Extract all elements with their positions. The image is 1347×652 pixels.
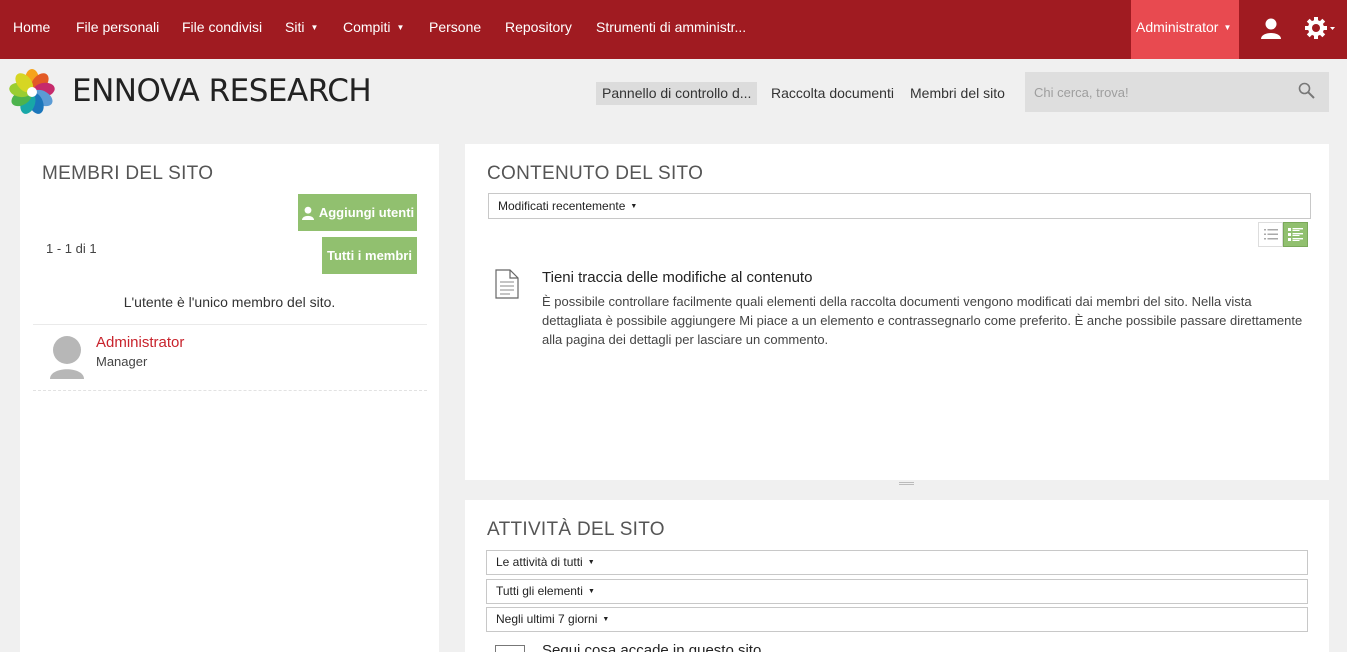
gear-icon[interactable] bbox=[1305, 16, 1337, 45]
content-filter-dropdown[interactable]: Modificati recentemente ▼ bbox=[488, 193, 1311, 219]
members-panel: MEMBRI DEL SITO Aggiungi utenti 1 - 1 di… bbox=[20, 144, 439, 652]
header-link-document-library[interactable]: Raccolta documenti bbox=[771, 82, 894, 105]
site-activities-panel: ATTIVITÀ DEL SITO Le attività di tutti ▼ … bbox=[465, 500, 1329, 652]
header-link-site-members[interactable]: Membri del sito bbox=[910, 82, 1005, 105]
activity-icon bbox=[495, 645, 525, 652]
document-icon bbox=[495, 269, 519, 304]
nav-shared-files[interactable]: File condivisi bbox=[182, 0, 262, 59]
activities-type-filter-label: Tutti gli elementi bbox=[496, 584, 583, 598]
activities-user-filter-dropdown[interactable]: Le attività di tutti ▼ bbox=[486, 550, 1308, 575]
caret-down-icon: ▼ bbox=[602, 616, 610, 623]
nav-home[interactable]: Home bbox=[13, 0, 50, 59]
caret-down-icon: ▼ bbox=[1223, 23, 1232, 32]
detailed-list-icon[interactable] bbox=[1283, 222, 1308, 247]
only-member-message: L'utente è l'unico membro del sito. bbox=[123, 294, 336, 310]
activities-empty-title: Segui cosa accade in questo sito bbox=[542, 642, 762, 652]
nav-admin-tools-label: Strumenti di amministr... bbox=[596, 19, 747, 35]
content-empty-title: Tieni traccia delle modifiche al contenu… bbox=[542, 269, 813, 286]
site-activities-title: ATTIVITÀ DEL SITO bbox=[487, 519, 665, 540]
nav-shared-files-label: File condivisi bbox=[182, 19, 263, 35]
header-link-dashboard[interactable]: Pannello di controllo d... bbox=[596, 82, 758, 105]
nav-personal-files[interactable]: File personali bbox=[76, 0, 159, 59]
nav-sites-label: Siti bbox=[285, 19, 305, 35]
top-navigation-bar: Home File personali File condivisi Siti ▼… bbox=[0, 0, 1347, 59]
nav-tasks-label: Compiti bbox=[343, 19, 391, 35]
members-count: 1 - 1 di 1 bbox=[46, 241, 97, 256]
dashlet-resize-handle[interactable] bbox=[899, 482, 914, 485]
nav-personal-files-label: File personali bbox=[76, 19, 160, 35]
add-users-label: Aggiungi utenti bbox=[318, 205, 415, 220]
site-name[interactable]: ENNOVA RESEARCH bbox=[72, 73, 372, 109]
all-members-button[interactable]: Tutti i membri bbox=[322, 237, 417, 274]
nav-sites-menu[interactable]: Siti ▼ bbox=[285, 0, 318, 59]
user-menu[interactable]: Administrator ▼ bbox=[1131, 0, 1239, 59]
member-role: Manager bbox=[96, 354, 148, 369]
nav-tasks-menu[interactable]: Compiti ▼ bbox=[343, 0, 404, 59]
site-content-panel: CONTENUTO DEL SITO Modificati recentemen… bbox=[465, 144, 1329, 480]
activities-type-filter-dropdown[interactable]: Tutti gli elementi ▼ bbox=[486, 579, 1308, 604]
all-members-label: Tutti i membri bbox=[327, 248, 412, 263]
nav-home-label: Home bbox=[13, 19, 51, 35]
search-input[interactable] bbox=[1025, 72, 1329, 112]
content-empty-text: È possibile controllare facilmente quali… bbox=[542, 294, 1303, 347]
members-panel-title: MEMBRI DEL SITO bbox=[42, 163, 214, 184]
caret-down-icon: ▼ bbox=[587, 588, 595, 595]
caret-down-icon: ▼ bbox=[587, 559, 595, 566]
add-user-icon bbox=[301, 206, 315, 220]
content-filter-label: Modificati recentemente bbox=[498, 199, 626, 213]
user-menu-label: Administrator bbox=[1136, 19, 1219, 35]
nav-people-label: Persone bbox=[429, 19, 482, 35]
activities-user-filter-label: Le attività di tutti bbox=[496, 555, 583, 569]
flower-logo-icon[interactable] bbox=[9, 68, 57, 116]
simple-list-icon[interactable] bbox=[1258, 222, 1283, 247]
caret-down-icon: ▼ bbox=[396, 23, 405, 32]
nav-repository[interactable]: Repository bbox=[505, 0, 572, 59]
nav-people[interactable]: Persone bbox=[429, 0, 481, 59]
activities-range-filter-dropdown[interactable]: Negli ultimi 7 giorni ▼ bbox=[486, 607, 1308, 632]
caret-down-icon: ▼ bbox=[310, 23, 319, 32]
caret-down-icon: ▼ bbox=[630, 203, 638, 210]
avatar[interactable] bbox=[48, 335, 86, 379]
nav-repository-label: Repository bbox=[505, 19, 572, 35]
member-name-link[interactable]: Administrator bbox=[96, 334, 184, 351]
search-icon[interactable] bbox=[1298, 82, 1316, 105]
site-content-title: CONTENUTO DEL SITO bbox=[487, 163, 704, 184]
activities-range-filter-label: Negli ultimi 7 giorni bbox=[496, 612, 598, 626]
user-icon[interactable] bbox=[1259, 16, 1283, 45]
add-users-button[interactable]: Aggiungi utenti bbox=[298, 194, 417, 231]
nav-admin-tools[interactable]: Strumenti di amministr... bbox=[596, 0, 746, 59]
list-item: Administrator Manager bbox=[33, 325, 427, 391]
